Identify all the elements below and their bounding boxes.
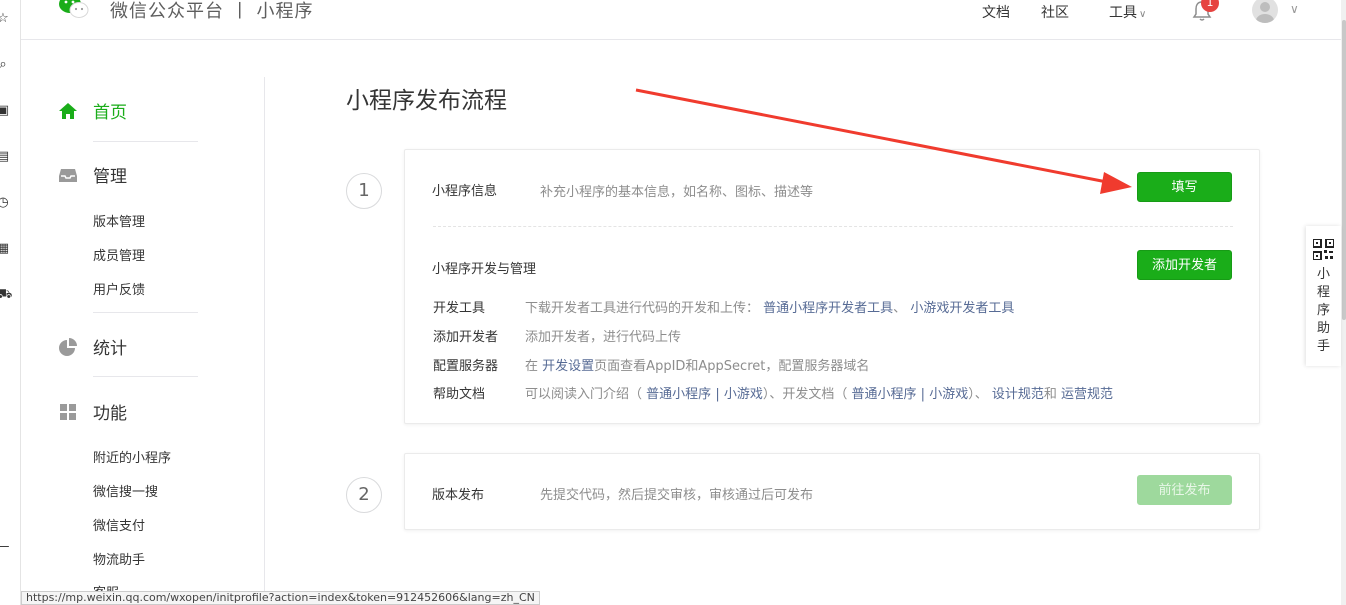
sidebar-item-nearby[interactable]: 附近的小程序 xyxy=(93,447,171,466)
help-mid: ）、开发文档（ xyxy=(762,387,848,402)
divider xyxy=(93,141,198,142)
sidebar-item-members[interactable]: 成员管理 xyxy=(93,245,145,264)
helper-label: 小程序助手 xyxy=(1317,267,1331,354)
divider xyxy=(93,376,198,377)
history-icon[interactable]: ▣ xyxy=(0,104,10,118)
search-icon[interactable]: ⌕ xyxy=(0,58,10,72)
game-devtool-link[interactable]: 小游戏开发者工具 xyxy=(910,301,1014,316)
docs-link[interactable]: 文档 xyxy=(982,2,1010,22)
home-icon xyxy=(58,101,78,121)
top-header: 微信公众平台 丨 小程序 文档 社区 工具 ∨ 1 ∨ xyxy=(21,0,1341,40)
scrollbar-thumb[interactable] xyxy=(1342,20,1346,320)
server-config-label: 配置服务器 xyxy=(433,359,499,374)
normal-devtool-link[interactable]: 普通小程序开发者工具 xyxy=(763,301,893,316)
help-mid2: ）、 xyxy=(968,387,988,402)
tools-menu[interactable]: 工具 ∨ xyxy=(1109,2,1146,22)
doc-normal-link[interactable]: 普通小程序 xyxy=(852,387,917,402)
page-title: 小程序发布流程 xyxy=(346,88,507,114)
ops-spec-link[interactable]: 运营规范 xyxy=(1061,387,1113,402)
wechat-logo-icon[interactable] xyxy=(58,0,90,20)
platform-title: 微信公众平台 丨 小程序 xyxy=(110,1,314,22)
doc-game-link[interactable]: 小游戏 xyxy=(929,387,968,402)
fill-button[interactable]: 填写 xyxy=(1137,172,1232,202)
server-post: 页面查看AppID和AppSecret，配置服务器域名 xyxy=(594,359,870,374)
server-pre: 在 xyxy=(525,359,539,374)
separator: 、 xyxy=(893,301,907,316)
chevron-down-icon[interactable]: ∨ xyxy=(1290,2,1299,16)
sidebar-item-logistics[interactable]: 物流助手 xyxy=(93,549,145,568)
sidebar-item-pay[interactable]: 微信支付 xyxy=(93,515,145,534)
sidebar-divider xyxy=(264,77,265,605)
cart-icon[interactable]: ⛟ xyxy=(0,288,12,302)
divider xyxy=(93,312,198,313)
star-icon[interactable]: ☆ xyxy=(0,12,10,26)
grid-icon xyxy=(58,402,78,422)
add-developer-button[interactable]: 添加开发者 xyxy=(1137,250,1232,280)
sidebar-item-stats[interactable]: 统计 xyxy=(58,334,127,359)
sidebar-item-label: 统计 xyxy=(93,339,127,359)
intro-game-link[interactable]: 小游戏 xyxy=(724,387,763,402)
and-text: 和 xyxy=(1043,387,1057,402)
browser-side-toolbar: ☆ ⌕ ▣ ▤ ◷ ▦ ⛟ — xyxy=(0,0,21,605)
sidebar-item-home[interactable]: 首页 xyxy=(58,98,127,123)
add-dev-text: 添加开发者，进行代码上传 xyxy=(525,330,682,345)
notification-badge: 1 xyxy=(1201,0,1219,12)
separator: | xyxy=(715,387,720,402)
release-title: 版本发布 xyxy=(432,488,485,503)
sidebar-item-manage[interactable]: 管理 xyxy=(58,162,127,187)
sidebar-item-label: 管理 xyxy=(93,167,127,187)
sidebar-item-label: 功能 xyxy=(93,404,127,424)
community-link[interactable]: 社区 xyxy=(1041,2,1069,22)
live-icon[interactable]: ▤ xyxy=(0,150,10,164)
server-config-text: 在 开发设置页面查看AppID和AppSecret，配置服务器域名 xyxy=(525,355,869,374)
go-publish-button[interactable]: 前往发布 xyxy=(1137,475,1232,505)
info-title: 小程序信息 xyxy=(432,184,498,199)
mini-program-helper[interactable]: 小程序助手 xyxy=(1306,226,1341,366)
sidebar-item-feedback[interactable]: 用户反馈 xyxy=(93,279,145,298)
help-pre: 可以阅读入门介绍（ xyxy=(525,387,643,402)
step2-card xyxy=(404,453,1260,530)
dev-tools-label: 开发工具 xyxy=(433,301,486,316)
info-description: 补充小程序的基本信息，如名称、图标、描述等 xyxy=(540,185,814,200)
dev-tools-desc: 下载开发者工具进行代码的开发和上传： xyxy=(525,301,760,316)
tools-label: 工具 xyxy=(1109,5,1137,21)
help-docs-label: 帮助文档 xyxy=(433,387,486,402)
step-number: 1 xyxy=(346,173,382,209)
sidebar-item-label: 首页 xyxy=(93,103,127,123)
chevron-down-icon: ∨ xyxy=(1139,9,1147,20)
avatar-icon[interactable] xyxy=(1252,0,1278,23)
step-number: 2 xyxy=(346,477,382,513)
sidebar-item-features[interactable]: 功能 xyxy=(58,399,127,424)
translate-icon[interactable]: ▦ xyxy=(0,242,10,256)
status-url: https://mp.weixin.qq.com/wxopen/initprof… xyxy=(21,591,540,605)
sidebar-item-search[interactable]: 微信搜一搜 xyxy=(93,481,158,500)
dev-settings-link[interactable]: 开发设置 xyxy=(542,359,594,374)
pie-chart-icon xyxy=(58,337,78,357)
help-docs-text: 可以阅读入门介绍（ 普通小程序 | 小游戏）、开发文档（ 普通小程序 | 小游戏… xyxy=(525,383,1113,402)
separator: | xyxy=(920,387,926,402)
dev-manage-title: 小程序开发与管理 xyxy=(432,262,537,277)
design-spec-link[interactable]: 设计规范 xyxy=(992,387,1044,402)
minus-icon[interactable]: — xyxy=(0,540,10,554)
clock-icon[interactable]: ◷ xyxy=(0,196,10,210)
divider xyxy=(433,226,1233,227)
release-description: 先提交代码，然后提交审核，审核通过后可发布 xyxy=(540,488,814,503)
qr-code-icon xyxy=(1313,239,1334,260)
intro-normal-link[interactable]: 普通小程序 xyxy=(646,387,711,402)
sidebar-item-version[interactable]: 版本管理 xyxy=(93,211,145,230)
add-dev-label: 添加开发者 xyxy=(433,330,499,345)
dev-tools-text: 下载开发者工具进行代码的开发和上传： 普通小程序开发者工具、 小游戏开发者工具 xyxy=(525,297,1014,316)
inbox-icon xyxy=(58,165,78,185)
